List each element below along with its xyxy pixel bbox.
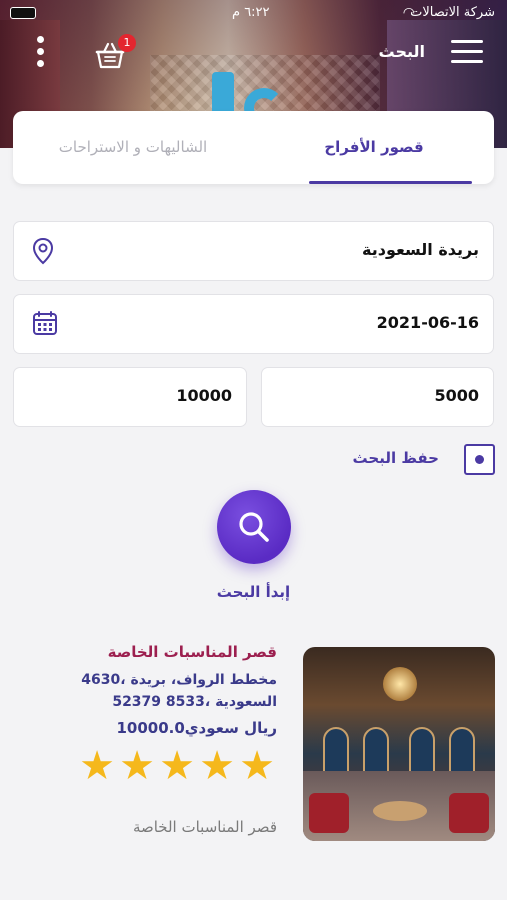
venue-photo[interactable]: [303, 647, 495, 841]
save-search-checkbox[interactable]: [464, 444, 495, 475]
cart-button[interactable]: 1: [94, 34, 136, 70]
venue-address-line2: 52379 8533، السعودية: [112, 694, 277, 710]
venue-rating: ★ ★ ★ ★ ★: [77, 746, 277, 786]
hamburger-icon[interactable]: [451, 40, 483, 64]
arch-window: [363, 727, 389, 777]
category-tabs: قصور الأفراح الشاليهات و الاستراحات: [13, 111, 494, 184]
search-icon: [239, 512, 269, 542]
calendar-icon[interactable]: [32, 310, 58, 340]
star-icon: ★: [79, 743, 115, 789]
date-value: 2021-06-16: [376, 313, 479, 332]
battery-icon: [10, 7, 36, 19]
venue-subtitle: قصر المناسبات الخاصة: [132, 818, 277, 836]
tab-chalets-resthouses[interactable]: الشاليهات و الاستراحات: [13, 111, 253, 184]
red-chair: [449, 793, 489, 833]
red-chair: [309, 793, 349, 833]
page-title: البحث: [378, 42, 426, 61]
price-min-value: 5000: [434, 386, 479, 405]
star-icon: ★: [239, 743, 275, 789]
venue-name[interactable]: قصر المناسبات الخاصة: [108, 643, 277, 661]
arch-window: [409, 727, 435, 777]
city-value: بريدة السعودية: [362, 240, 479, 259]
location-pin-icon[interactable]: [32, 237, 54, 269]
cart-count-badge: 1: [118, 34, 136, 52]
start-search-label[interactable]: إبدأ البحث: [0, 583, 507, 601]
venue-price: 10000.0ريال سعودي: [116, 719, 277, 737]
carrier-name: شركة الاتصالات: [410, 5, 495, 20]
brand-logo-mark: [212, 72, 234, 112]
checkbox-dot: [475, 455, 484, 464]
star-icon: ★: [159, 743, 195, 789]
price-max-field[interactable]: 10000: [13, 367, 247, 427]
star-icon: ★: [199, 743, 235, 789]
venue-address-line1: 4630، مخطط الرواف، بريدة: [81, 672, 277, 688]
price-min-field[interactable]: 5000: [261, 367, 494, 427]
start-search-button[interactable]: [217, 490, 291, 564]
date-field[interactable]: 2021-06-16: [13, 294, 494, 354]
save-search-label[interactable]: حفظ البحث: [353, 449, 439, 467]
arch-window: [449, 727, 475, 777]
center-table: [373, 801, 427, 821]
arch-window: [323, 727, 349, 777]
star-icon: ★: [119, 743, 155, 789]
status-bar: ٦:٢٢ م ◠ شركة الاتصالات: [0, 0, 507, 26]
chandelier-shape: [383, 667, 417, 701]
status-time: ٦:٢٢ م: [232, 5, 270, 20]
kebab-icon[interactable]: [37, 36, 45, 70]
tab-wedding-palaces[interactable]: قصور الأفراح: [254, 111, 494, 184]
city-field[interactable]: بريدة السعودية: [13, 221, 494, 281]
price-max-value: 10000: [176, 386, 232, 405]
